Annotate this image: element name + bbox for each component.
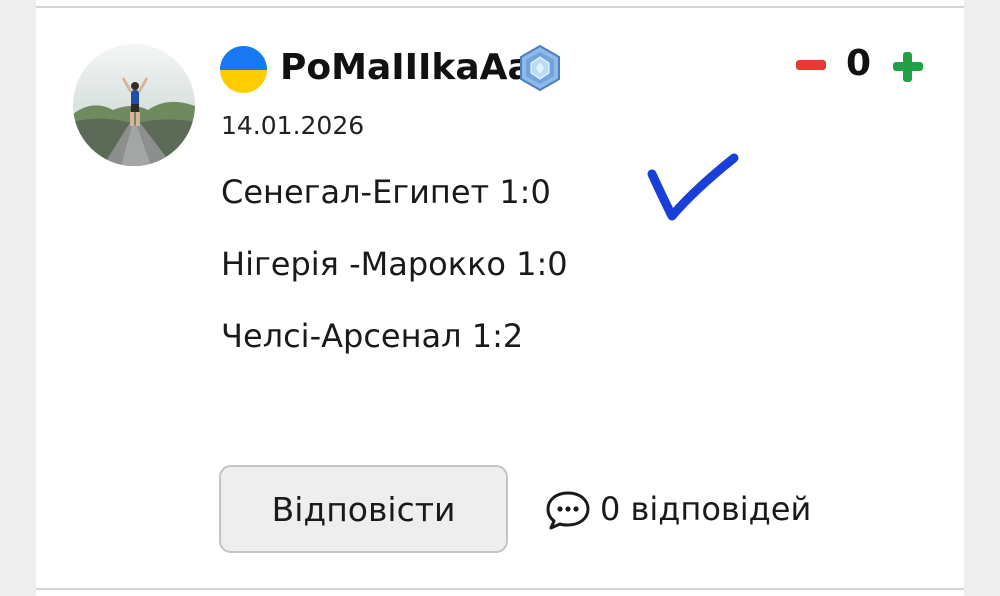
checkmark-icon xyxy=(647,153,739,221)
downvote-button[interactable] xyxy=(796,60,826,70)
reply-button[interactable]: Відповісти xyxy=(219,465,508,553)
avatar-photo xyxy=(73,44,195,166)
avatar[interactable] xyxy=(73,44,195,166)
username[interactable]: PoMaIIIkaAa xyxy=(280,44,532,92)
top-divider xyxy=(36,6,964,8)
comment-date: 14.01.2026 xyxy=(221,111,365,140)
upvote-button[interactable] xyxy=(893,52,923,82)
comment-line: Сенегал-Египет 1:0 xyxy=(221,173,551,211)
crystal-badge-icon xyxy=(520,44,560,92)
speech-bubble-icon[interactable] xyxy=(545,490,591,530)
replies-count-link[interactable]: 0 відповідей xyxy=(600,488,811,530)
comment-line: Челсі-Арсенал 1:2 xyxy=(221,317,524,355)
ukraine-flag-icon xyxy=(220,46,267,93)
comment-line: Нігерія -Марокко 1:0 xyxy=(221,245,568,283)
bottom-divider xyxy=(36,588,964,590)
vote-score: 0 xyxy=(846,43,872,84)
